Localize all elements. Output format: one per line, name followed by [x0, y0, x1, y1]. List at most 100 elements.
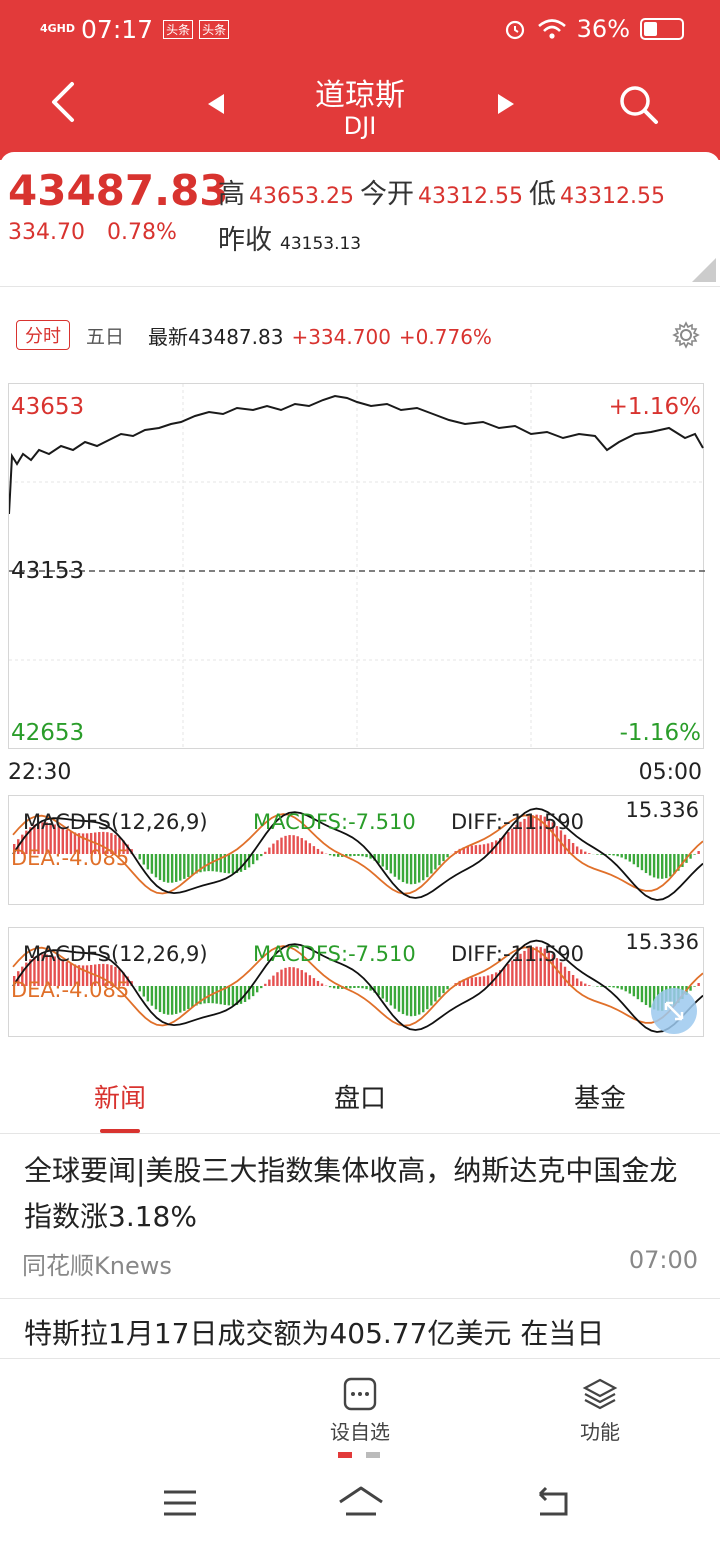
intraday-chart[interactable]: 43653 43153 42653 +1.16% -1.16%: [8, 383, 705, 750]
latest-change: +334.700: [291, 324, 391, 349]
macd-bar: [434, 854, 437, 870]
macd-bar: [401, 854, 405, 883]
back-arrow-icon[interactable]: [44, 80, 84, 124]
next-index-icon[interactable]: [496, 92, 516, 116]
open-label: 今开: [359, 179, 414, 210]
macd-bar: [361, 854, 364, 857]
macd-bar: [628, 854, 631, 862]
macd-bar: [308, 975, 312, 986]
status-bar: 4GHD 07:17 头条 头条 36%: [40, 12, 684, 46]
macd-bar: [397, 986, 401, 1012]
expand-corner-icon[interactable]: [692, 258, 716, 282]
macd-bar: [648, 854, 652, 876]
macd-bar: [405, 986, 409, 1016]
fullscreen-icon[interactable]: [649, 986, 699, 1036]
macd-bar: [170, 986, 174, 1015]
tab-five-day[interactable]: 五日: [86, 322, 124, 349]
macd-bar: [154, 986, 158, 1010]
gear-icon[interactable]: [672, 321, 700, 349]
macd-bar: [418, 854, 421, 883]
tab-order-book[interactable]: 盘口: [240, 1058, 480, 1133]
macd-bar: [187, 854, 190, 877]
macd-bar: [571, 842, 575, 854]
macd-bar: [284, 835, 287, 854]
macd-bar: [661, 854, 664, 879]
price-line: [9, 394, 704, 515]
low-label: 低: [528, 179, 556, 210]
macd-panel[interactable]: MACDFS(12,26,9) DEA:-4.085 MACDFS:-7.510…: [8, 795, 704, 905]
macd-bar: [644, 854, 648, 874]
news-item-title[interactable]: 特斯拉1月17日成交额为405.77亿美元 在当日: [24, 1312, 604, 1352]
macd-bar: [203, 854, 206, 872]
macd-bar: [361, 986, 364, 989]
macd-bar: [166, 986, 170, 1015]
macd-bar: [365, 854, 368, 858]
macd-bar: [438, 854, 441, 866]
macd-bar: [418, 986, 421, 1015]
prev-index-icon[interactable]: [206, 92, 226, 116]
macd-bar: [442, 854, 445, 862]
home-icon[interactable]: [336, 1484, 386, 1520]
macd-bar: [405, 854, 409, 884]
macd-bar: [150, 854, 154, 874]
macd-bar: [640, 986, 644, 1003]
alarm-icon: [505, 20, 524, 40]
pct-axis-low: -1.16%: [619, 720, 701, 746]
menu-icon[interactable]: [162, 1488, 198, 1518]
macd-bar: [179, 986, 182, 1013]
page-subtitle: DJI: [343, 112, 377, 140]
back-icon[interactable]: [532, 1486, 572, 1520]
macd-bar: [276, 972, 279, 986]
search-icon[interactable]: [616, 82, 660, 126]
macd-bar: [413, 986, 417, 1016]
wifi-icon: [537, 19, 566, 39]
macd-bar: [381, 986, 384, 999]
macd-bar: [393, 986, 397, 1009]
add-watchlist-label: 设自选: [330, 1420, 390, 1444]
macd-bar: [596, 854, 599, 855]
macd-bar: [187, 986, 190, 1009]
news-item-title[interactable]: 全球要闻|美股三大指数集体收高，纳斯达克中国金龙指数涨3.18%: [24, 1148, 694, 1240]
macd-panel[interactable]: MACDFS(12,26,9) DEA:-4.085 MACDFS:-7.510…: [8, 927, 704, 1037]
prev-close-label: 昨收: [218, 225, 272, 256]
macd-bar: [503, 835, 506, 854]
macd-bar: [669, 854, 672, 877]
add-watchlist-button[interactable]: 设自选: [320, 1377, 400, 1445]
latest-label: 最新43487.83: [148, 324, 284, 349]
macd-max: 15.336: [625, 798, 699, 822]
macd-bar: [138, 854, 141, 860]
macd-bar: [584, 983, 587, 986]
macd-bar: [162, 854, 166, 882]
macd-bar: [284, 967, 287, 986]
macd-bar: [632, 854, 636, 865]
macd-bar: [580, 981, 583, 986]
macd-bar: [296, 968, 299, 986]
quote-panel: 43487.83 334.70 0.78% 高 43653.25 今开 43312.55…: [0, 152, 720, 292]
diff-value: DIFF:-11.590: [451, 942, 585, 966]
macd-bar: [596, 986, 599, 987]
low-value: 43312.55: [559, 184, 665, 209]
functions-button[interactable]: 功能: [560, 1377, 640, 1445]
macd-bar: [183, 854, 186, 879]
macd-bar: [292, 835, 295, 854]
macd-title[interactable]: MACDFS(12,26,9): [23, 942, 208, 966]
tab-intraday[interactable]: 分时: [16, 320, 70, 350]
tab-news[interactable]: 新闻: [0, 1058, 240, 1133]
macd-bar: [426, 854, 429, 878]
latest-quote: 最新43487.83 +334.700 +0.776%: [148, 321, 492, 350]
macd-bar: [296, 836, 299, 854]
notification-app-badge: 头条: [199, 19, 230, 39]
macd-bar: [138, 986, 141, 992]
news-item-source: 同花顺Knews: [22, 1252, 172, 1280]
macd-bar: [442, 986, 445, 994]
macd-bar: [251, 854, 255, 865]
macd-bar: [612, 854, 615, 856]
macd-title[interactable]: MACDFS(12,26,9): [23, 810, 208, 834]
system-nav-bar: [0, 1466, 720, 1544]
day-stats: 高 43653.25 今开 43312.55 低 43312.55: [218, 172, 671, 211]
tab-funds[interactable]: 基金: [480, 1058, 720, 1133]
macd-bar: [644, 986, 648, 1006]
macd-bar: [385, 854, 388, 870]
dea-value: DEA:-4.085: [11, 978, 130, 1002]
time-axis-start: 22:30: [8, 760, 72, 785]
